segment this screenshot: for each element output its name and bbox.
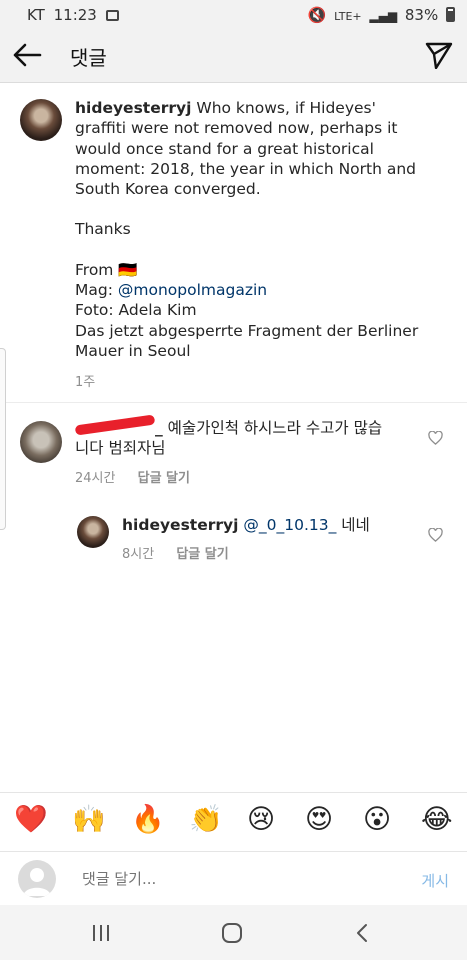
default-avatar-icon xyxy=(23,868,51,896)
recent-apps-icon[interactable] xyxy=(88,920,114,946)
network-label: LTE+ xyxy=(334,10,362,23)
emoji-quick-bar: ❤️ 🙌 🔥 👏 😢 😍 😮 😂 xyxy=(0,792,467,851)
caption-time: 1주 xyxy=(75,375,96,390)
carrier-label: KT xyxy=(27,6,45,24)
comment-input[interactable] xyxy=(82,870,382,888)
emoji-raised-hands[interactable]: 🙌 xyxy=(72,805,106,835)
reply-button[interactable]: 답글 달기 xyxy=(138,471,190,486)
edge-panel-handle[interactable] xyxy=(0,348,6,530)
emoji-heart-eyes[interactable]: 😍 xyxy=(305,805,333,835)
gallery-icon xyxy=(105,10,119,21)
caption-meta: 1주 xyxy=(75,371,113,390)
caption-thanks: Thanks xyxy=(75,220,131,239)
reply-avatar[interactable] xyxy=(77,516,109,548)
caption-avatar[interactable] xyxy=(20,99,62,141)
comment-body: _ 예술가인척 하시느라 수고가 많습니다 범죄자님 xyxy=(74,414,395,459)
direct-send-icon[interactable] xyxy=(425,41,453,69)
reply-username[interactable]: hideyesterryj xyxy=(122,516,238,534)
comments-header: 댓글 xyxy=(0,30,467,83)
battery-icon xyxy=(446,7,455,22)
mention-link[interactable]: @monopolmagazin xyxy=(118,281,267,299)
back-nav-icon[interactable] xyxy=(350,920,376,946)
system-nav-bar xyxy=(0,905,467,960)
comment-time: 24시간 xyxy=(75,471,116,486)
back-arrow-icon[interactable] xyxy=(12,42,42,68)
reply-body: hideyesterryj @_0_10.13_ 네네 xyxy=(122,515,412,535)
caption-from: From 🇩🇪 xyxy=(75,260,138,279)
battery-percent: 83% xyxy=(404,6,439,24)
current-user-avatar xyxy=(18,860,56,898)
reply-item: hideyesterryj @_0_10.13_ 네네 8시간 답글 달기 xyxy=(0,503,467,573)
commenter-avatar[interactable] xyxy=(20,421,62,463)
caption-comment: hideyesterryj Who knows, if Hideyes' gra… xyxy=(0,82,467,392)
post-button[interactable]: 게시 xyxy=(421,870,449,891)
reply-mention-link[interactable]: @_0_10.13_ xyxy=(243,516,336,534)
caption-body: hideyesterryj Who knows, if Hideyes' gra… xyxy=(75,98,420,361)
emoji-surprised-face[interactable]: 😮 xyxy=(363,805,391,835)
caption-foto: Foto: Adela Kim xyxy=(75,301,197,320)
clock: 11:23 xyxy=(53,6,97,24)
commenter-username[interactable]: _ xyxy=(155,419,163,437)
home-icon[interactable] xyxy=(219,920,245,946)
like-heart-icon[interactable] xyxy=(428,528,443,542)
emoji-fire[interactable]: 🔥 xyxy=(131,805,165,835)
caption-username[interactable]: hideyesterryj xyxy=(75,99,191,117)
reply-text: 네네 xyxy=(336,516,370,534)
mute-icon: 🔇 xyxy=(307,6,327,24)
comment-item: _ 예술가인척 하시느라 수고가 많습니다 범죄자님 24시간 답글 달기 xyxy=(0,403,467,503)
comment-meta: 24시간 답글 달기 xyxy=(75,467,208,486)
caption-mag-label: Mag: xyxy=(75,281,118,300)
reply-button[interactable]: 답글 달기 xyxy=(176,547,228,562)
page-title: 댓글 xyxy=(70,46,107,70)
signal-icon: ▂▄▆ xyxy=(369,9,398,23)
redacted-username xyxy=(74,414,156,436)
emoji-red-heart[interactable]: ❤️ xyxy=(14,805,48,835)
reply-time: 8시간 xyxy=(122,547,155,562)
status-bar: KT 11:23 🔇 LTE+ ▂▄▆ 83% xyxy=(0,0,467,30)
emoji-crying-face[interactable]: 😢 xyxy=(247,805,275,835)
caption-fragment: Das jetzt abgesperrte Fragment der Berli… xyxy=(75,321,419,360)
like-heart-icon[interactable] xyxy=(428,431,443,445)
emoji-laughing-tears[interactable]: 😂 xyxy=(421,805,453,835)
reply-meta: 8시간 답글 달기 xyxy=(122,543,247,562)
emoji-clapping-hands[interactable]: 👏 xyxy=(189,805,223,835)
comment-input-bar: 게시 xyxy=(0,851,467,906)
